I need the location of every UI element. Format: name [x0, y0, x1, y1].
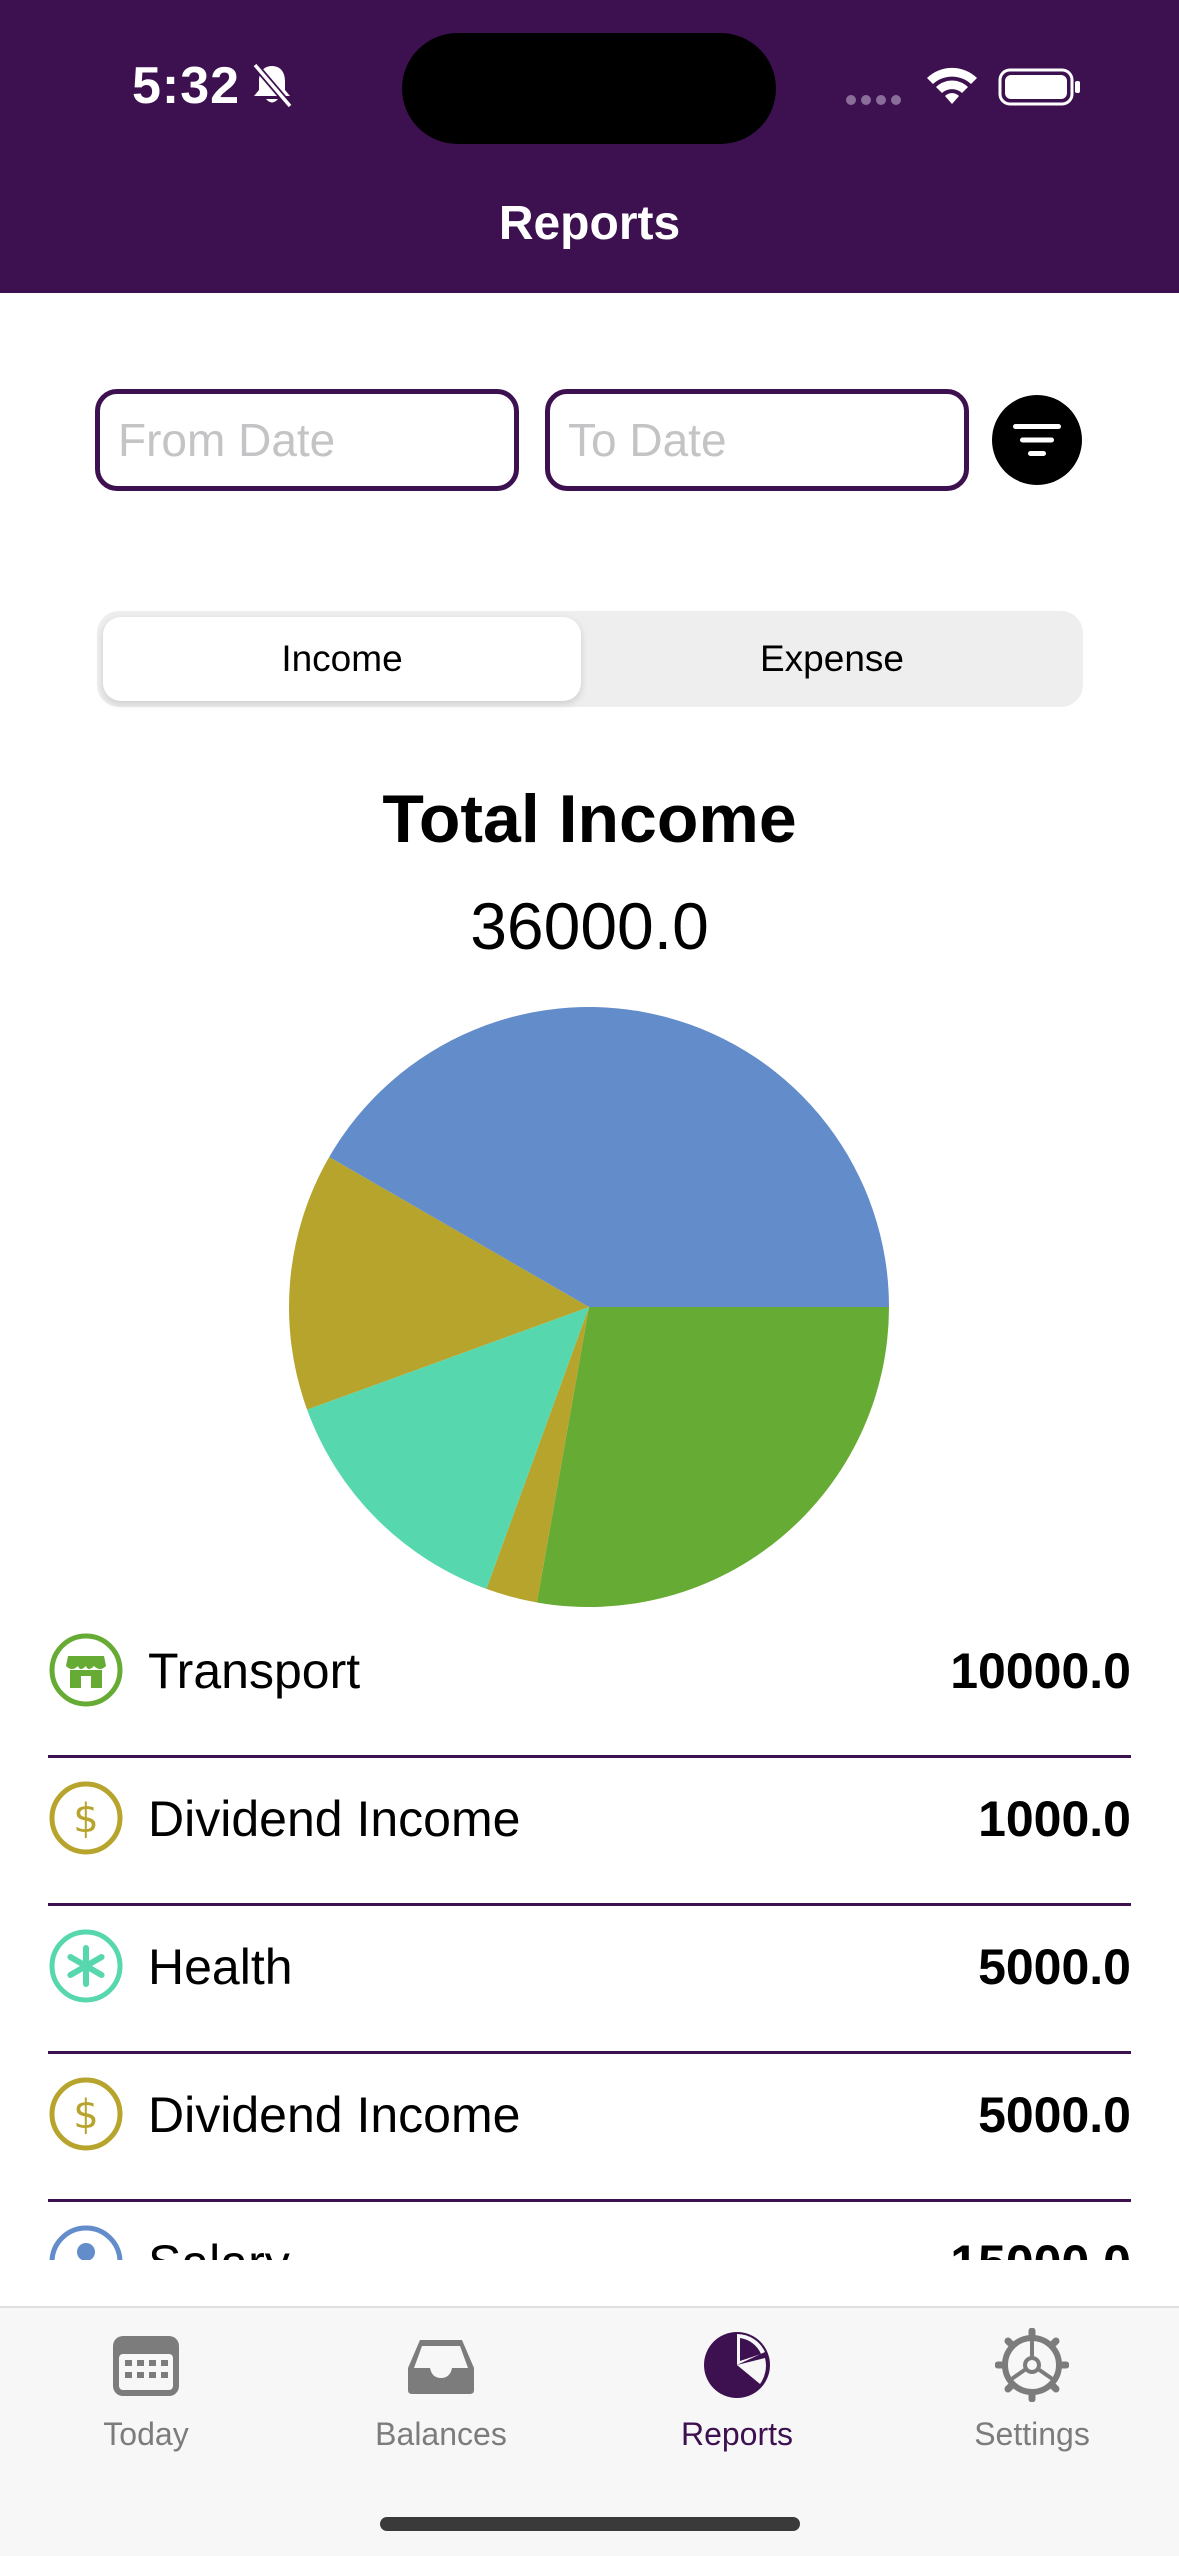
category-list: Transport 10000.0 $ Dividend Income 1000… — [0, 1610, 1179, 2260]
filter-lines-icon — [1013, 424, 1061, 456]
gear-icon — [995, 2328, 1069, 2402]
tab-settings-label: Settings — [974, 2416, 1090, 2452]
list-item-label: Dividend Income — [148, 2087, 521, 2143]
calendar-icon — [113, 2336, 179, 2396]
dollar-icon: $ — [49, 2077, 123, 2151]
list-item[interactable]: Salary 15000.0 — [48, 2202, 1131, 2260]
battery-icon — [998, 68, 1080, 106]
tab-settings[interactable]: Settings — [932, 2328, 1132, 2478]
dollar-icon: $ — [49, 1781, 123, 1855]
segment-income[interactable]: Income — [103, 617, 581, 701]
list-item-amount: 1000.0 — [978, 1791, 1131, 1847]
tab-today-label: Today — [103, 2416, 189, 2452]
list-item-amount: 10000.0 — [950, 1643, 1131, 1699]
tab-reports-label: Reports — [680, 2416, 794, 2452]
list-item-label: Dividend Income — [148, 1791, 521, 1847]
page-title: Reports — [498, 197, 681, 250]
filter-button[interactable] — [992, 395, 1082, 485]
tab-balances[interactable]: Balances — [341, 2328, 541, 2478]
from-date-field[interactable] — [95, 389, 519, 491]
bell-slash-icon — [252, 62, 293, 108]
income-expense-segmented-control: Income Expense — [97, 611, 1083, 707]
svg-text:$: $ — [73, 2092, 98, 2138]
dynamic-island — [402, 33, 776, 144]
status-time: 5:32 — [132, 57, 241, 115]
list-item[interactable]: $ Dividend Income 5000.0 — [48, 2054, 1131, 2202]
list-item-amount: 5000.0 — [978, 2087, 1131, 2143]
income-pie-chart — [288, 1007, 889, 1607]
home-indicator — [380, 2517, 800, 2531]
list-item-label: Transport — [148, 1643, 361, 1699]
list-item-label: Salary — [148, 2234, 290, 2260]
asterisk-icon — [49, 1929, 123, 2003]
list-item-label: Health — [148, 1939, 293, 1995]
tab-today[interactable]: Today — [46, 2328, 246, 2478]
cellular-signal-icon — [846, 95, 901, 105]
to-date-field[interactable] — [545, 389, 969, 491]
tab-balances-label: Balances — [375, 2416, 507, 2452]
list-item-amount: 15000.0 — [950, 2234, 1131, 2260]
total-title: Total Income — [382, 781, 797, 857]
person-icon — [49, 2225, 123, 2260]
tray-icon — [408, 2340, 474, 2394]
list-item[interactable]: Health 5000.0 — [48, 1906, 1131, 2054]
wifi-icon — [927, 67, 977, 104]
svg-text:$: $ — [73, 1796, 98, 1842]
list-item[interactable]: $ Dividend Income 1000.0 — [48, 1758, 1131, 1906]
pie-chart-icon — [704, 2332, 770, 2398]
storefront-icon — [49, 1633, 123, 1707]
total-value: 36000.0 — [470, 889, 709, 963]
tab-reports[interactable]: Reports — [637, 2328, 837, 2478]
list-item-amount: 5000.0 — [978, 1939, 1131, 1995]
list-item[interactable]: Transport 10000.0 — [48, 1610, 1131, 1758]
pie-slice-0 — [536, 1307, 889, 1607]
segment-expense[interactable]: Expense — [587, 617, 1077, 701]
navigation-header: 5:32 Reports — [0, 0, 1179, 293]
